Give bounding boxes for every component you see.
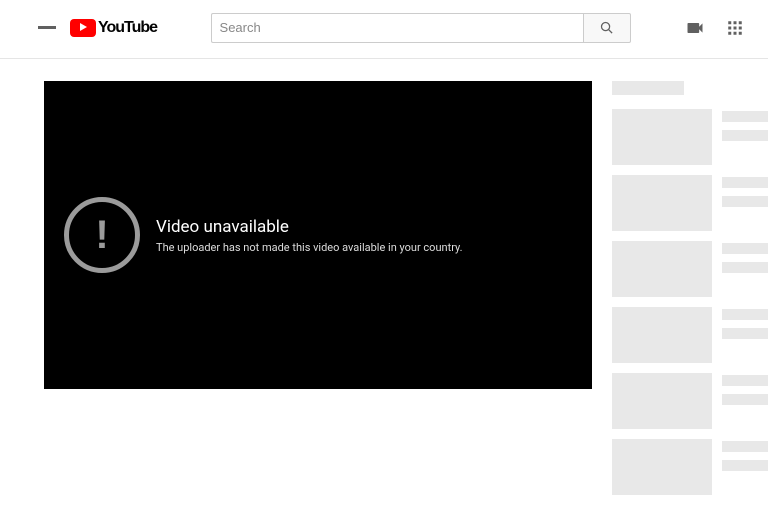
main-content: ! Video unavailable The uploader has not… [0, 59, 768, 505]
apps-button[interactable] [724, 17, 746, 39]
skeleton-line [722, 243, 768, 254]
skeleton-thumb [612, 373, 712, 429]
skeleton-row [612, 307, 768, 363]
header-center [157, 13, 684, 43]
error-subtitle: The uploader has not made this video ava… [156, 241, 463, 254]
skeleton-lines [722, 109, 768, 165]
apps-grid-icon [726, 19, 744, 37]
skeleton-line [722, 441, 768, 452]
skeleton-thumb [612, 439, 712, 495]
skeleton-lines [722, 307, 768, 363]
skeleton-row [612, 439, 768, 495]
skeleton-line [722, 375, 768, 386]
skeleton-lines [722, 373, 768, 429]
skeleton-row [612, 241, 768, 297]
skeleton-row [612, 373, 768, 429]
search-icon [599, 20, 614, 35]
skeleton-line [722, 111, 768, 122]
skeleton-row [612, 175, 768, 231]
skeleton-line [722, 196, 768, 207]
menu-button[interactable] [38, 22, 56, 34]
related-sidebar [612, 81, 768, 505]
header-right [684, 17, 752, 39]
skeleton-row [612, 109, 768, 165]
skeleton-lines [722, 175, 768, 231]
youtube-logo[interactable]: YouTube [70, 19, 157, 37]
skeleton-heading [612, 81, 684, 95]
skeleton-thumb [612, 241, 712, 297]
skeleton-line [722, 328, 768, 339]
search-form [211, 13, 631, 43]
player-area: ! Video unavailable The uploader has not… [44, 81, 592, 505]
search-button[interactable] [583, 13, 631, 43]
skeleton-thumb [612, 175, 712, 231]
error-message: Video unavailable The uploader has not m… [156, 217, 463, 254]
skeleton-thumb [612, 109, 712, 165]
error-title: Video unavailable [156, 217, 463, 237]
alert-icon: ! [64, 197, 140, 273]
error-overlay: ! Video unavailable The uploader has not… [44, 197, 463, 273]
skeleton-list [612, 109, 768, 495]
create-button[interactable] [684, 17, 706, 39]
video-camera-icon [685, 18, 705, 38]
skeleton-lines [722, 241, 768, 297]
skeleton-line [722, 262, 768, 273]
skeleton-line [722, 309, 768, 320]
skeleton-lines [722, 439, 768, 495]
header-left: YouTube [16, 19, 157, 37]
skeleton-thumb [612, 307, 712, 363]
skeleton-line [722, 177, 768, 188]
app-header: YouTube [0, 0, 768, 56]
skeleton-line [722, 394, 768, 405]
video-player[interactable]: ! Video unavailable The uploader has not… [44, 81, 592, 389]
skeleton-line [722, 130, 768, 141]
play-icon [70, 19, 96, 37]
brand-name: YouTube [98, 19, 157, 37]
skeleton-line [722, 460, 768, 471]
search-input[interactable] [211, 13, 583, 43]
